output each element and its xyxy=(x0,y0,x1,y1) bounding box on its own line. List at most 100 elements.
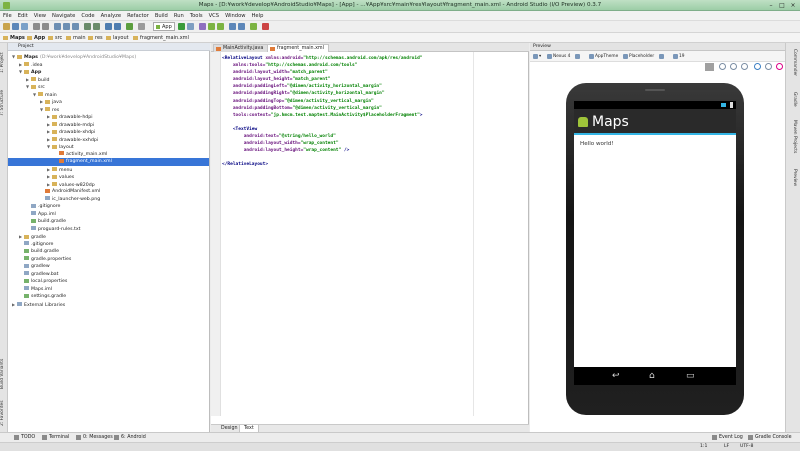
settings-icon[interactable] xyxy=(229,23,236,30)
caret-position[interactable]: 1:1 xyxy=(700,443,707,451)
breadcrumb-item[interactable]: res xyxy=(88,34,103,42)
run-config-select[interactable]: App xyxy=(153,22,175,31)
tree-item[interactable]: build.gradle xyxy=(26,218,209,226)
back-icon[interactable] xyxy=(105,23,112,30)
tree-item[interactable]: local.properties xyxy=(19,278,209,286)
paste-icon[interactable] xyxy=(72,23,79,30)
screenshot-icon[interactable] xyxy=(765,63,772,70)
zoom-actual-icon[interactable] xyxy=(719,63,726,70)
sdk-manager-icon[interactable] xyxy=(208,23,215,30)
zoom-in-icon[interactable] xyxy=(730,63,737,70)
monitor-icon[interactable] xyxy=(217,23,224,30)
theme-select[interactable]: AppTheme xyxy=(588,53,618,60)
help-icon[interactable] xyxy=(262,23,269,30)
tree-item[interactable]: ▼ main xyxy=(33,91,209,99)
tree-item[interactable]: ▶ build xyxy=(26,76,209,84)
find-icon[interactable] xyxy=(84,23,91,30)
breadcrumb-item[interactable]: main xyxy=(66,34,86,42)
android-tool-tab[interactable]: 6: Android xyxy=(114,435,146,441)
preview-settings-icon[interactable] xyxy=(776,63,783,70)
structure-tool-tab[interactable]: 7: Structure xyxy=(0,85,8,121)
debug-icon[interactable] xyxy=(187,23,194,30)
build-variants-tool-tab[interactable]: Build Variants xyxy=(0,353,8,395)
forward-icon[interactable] xyxy=(114,23,121,30)
tree-item[interactable]: ▼ layout xyxy=(47,143,209,151)
menu-window[interactable]: Window xyxy=(222,11,248,19)
breadcrumb-item[interactable]: Maps xyxy=(3,34,25,42)
commander-tool-tab[interactable]: Commander xyxy=(789,45,797,81)
minimize-icon[interactable]: – xyxy=(766,2,776,9)
sync-icon[interactable] xyxy=(21,23,28,30)
orientation-icon[interactable] xyxy=(574,53,581,60)
tree-item[interactable]: gradlew.bat xyxy=(19,271,209,279)
tree-item[interactable]: settings.gradle xyxy=(19,293,209,301)
tree-item[interactable]: ▶ menu xyxy=(47,166,209,174)
android-device-icon[interactable] xyxy=(250,23,257,30)
redo-icon[interactable] xyxy=(42,23,49,30)
menu-tools[interactable]: Tools xyxy=(187,11,206,19)
close-icon[interactable]: × xyxy=(788,2,798,9)
tree-item[interactable]: ▶ drawable-hdpi xyxy=(47,113,209,121)
tree-item[interactable]: ▶ drawable-mdpi xyxy=(47,121,209,129)
tree-item[interactable]: ic_launcher-web.png xyxy=(40,196,209,204)
terminal-tool-tab[interactable]: Terminal xyxy=(42,435,69,441)
menu-edit[interactable]: Edit xyxy=(15,11,31,19)
tree-item[interactable]: activity_main.xml xyxy=(54,151,209,159)
preview-tool-tab[interactable]: Preview xyxy=(789,163,797,193)
tree-item[interactable]: App.iml xyxy=(26,211,209,219)
cut-icon[interactable] xyxy=(54,23,61,30)
menu-navigate[interactable]: Navigate xyxy=(49,11,78,19)
breadcrumb-item[interactable]: fragment_main.xml xyxy=(133,34,189,42)
tree-item[interactable]: Maps.iml xyxy=(19,286,209,294)
make-project-icon[interactable] xyxy=(126,23,133,30)
replace-icon[interactable] xyxy=(93,23,100,30)
menu-code[interactable]: Code xyxy=(78,11,97,19)
maven-tool-tab[interactable]: Maven Projects xyxy=(789,115,797,159)
tree-item[interactable]: gradlew xyxy=(19,263,209,271)
tree-item[interactable]: ▶ values-w820dp xyxy=(47,181,209,189)
tree-item[interactable]: ▶ .idea xyxy=(19,61,209,69)
breadcrumb-item[interactable]: layout xyxy=(106,34,129,42)
zoom-fit-icon[interactable] xyxy=(705,63,714,71)
tree-item[interactable]: ▼ App xyxy=(19,68,209,76)
menu-file[interactable]: File xyxy=(0,11,15,19)
refresh-icon[interactable] xyxy=(754,63,761,70)
open-icon[interactable] xyxy=(3,23,10,30)
tree-item[interactable]: ▼ Maps (D:¥work¥develop¥AndroidStudio¥Maps… xyxy=(12,53,209,61)
tree-item[interactable]: AndroidManifest.xml xyxy=(40,188,209,196)
tree-item[interactable]: ▶ gradle xyxy=(19,233,209,241)
menu-build[interactable]: Build xyxy=(152,11,171,19)
menu-analyze[interactable]: Analyze xyxy=(98,11,124,19)
tree-item[interactable]: .gitignore xyxy=(26,203,209,211)
zoom-out-icon[interactable] xyxy=(741,63,748,70)
line-separator[interactable]: LF xyxy=(724,443,729,451)
api-level-select[interactable]: 19 xyxy=(672,53,684,60)
maximize-icon[interactable]: □ xyxy=(777,2,787,9)
tree-item[interactable]: ▶ drawable-xhdpi xyxy=(47,128,209,136)
locale-icon[interactable] xyxy=(658,53,665,60)
device-select[interactable]: Nexus 4 xyxy=(546,53,570,60)
configuration-select[interactable]: ▾ xyxy=(532,53,541,60)
menu-run[interactable]: Run xyxy=(171,11,187,19)
event-log-tool-tab[interactable]: Event Log xyxy=(712,435,743,441)
todo-tool-tab[interactable]: TODO xyxy=(14,435,35,441)
project-tool-tab[interactable]: 1: Project xyxy=(0,45,8,81)
tree-item[interactable]: fragment_main.xml xyxy=(8,158,209,166)
save-icon[interactable] xyxy=(12,23,19,30)
copy-icon[interactable] xyxy=(63,23,70,30)
menu-view[interactable]: View xyxy=(31,11,49,19)
activity-select[interactable]: Placeholder xyxy=(622,53,654,60)
tree-item[interactable]: ▶ java xyxy=(40,98,209,106)
messages-tool-tab[interactable]: 0: Messages xyxy=(76,435,113,441)
gradle-console-tool-tab[interactable]: Gradle Console xyxy=(748,435,792,441)
tree-item[interactable]: ▶ values xyxy=(47,173,209,181)
breadcrumb-item[interactable]: App xyxy=(27,34,45,42)
tree-item[interactable]: ▶ External Libraries xyxy=(12,301,209,309)
tree-item[interactable]: gradle.properties xyxy=(19,256,209,264)
run-icon[interactable] xyxy=(178,23,185,30)
project-structure-icon[interactable] xyxy=(238,23,245,30)
tree-item[interactable]: ▼ res xyxy=(40,106,209,114)
breadcrumb-item[interactable]: src xyxy=(48,34,62,42)
tree-item[interactable]: proguard-rules.txt xyxy=(26,226,209,234)
code-area[interactable]: <RelativeLayout xmlns:android="http://sc… xyxy=(222,55,423,169)
